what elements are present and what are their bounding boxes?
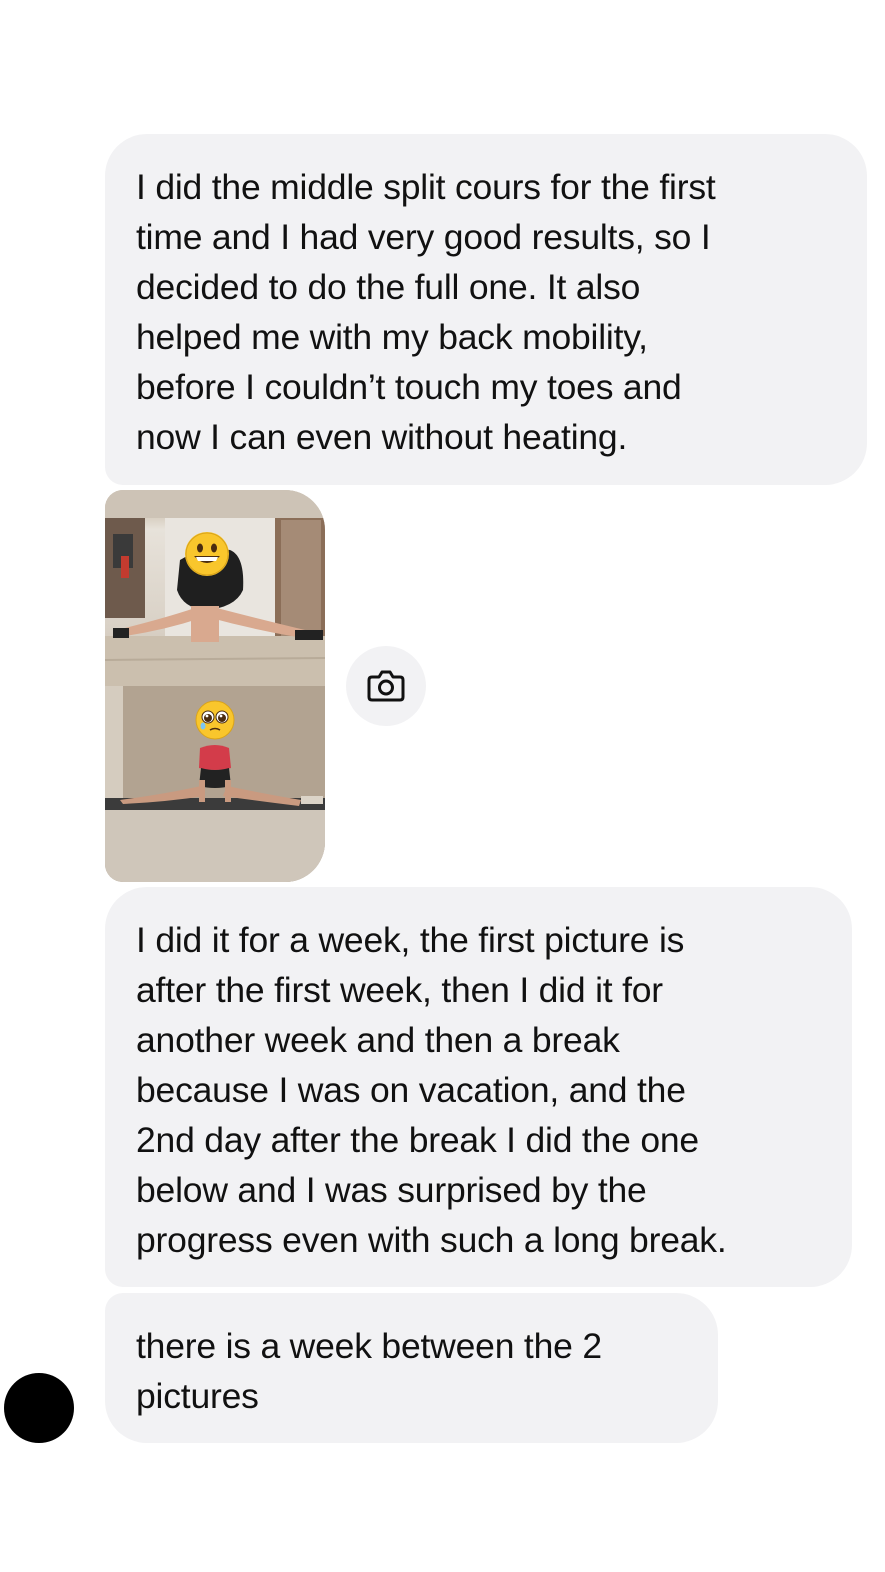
message-line: I did it for a week, the first picture i… <box>136 920 685 960</box>
message-line: pictures <box>136 1376 259 1416</box>
grinning-face-emoji-icon <box>185 532 229 576</box>
photo-scene <box>105 490 325 686</box>
sender-avatar[interactable] <box>4 1373 74 1443</box>
message-line: now I can even without heating. <box>136 417 628 457</box>
photo-message[interactable] <box>105 490 325 882</box>
message-line: time and I had very good results, so I <box>136 217 711 257</box>
message-line: helped me with my back mobility, <box>136 317 648 357</box>
message-line: another week and then a break <box>136 1020 620 1060</box>
camera-button[interactable] <box>346 646 426 726</box>
camera-icon <box>367 670 405 702</box>
message-line: before I couldn’t touch my toes and <box>136 367 682 407</box>
message-line: progress even with such a long break. <box>136 1220 727 1260</box>
message-line: below and I was surprised by the <box>136 1170 647 1210</box>
message-line: 2nd day after the break I did the one <box>136 1120 699 1160</box>
message-bubble[interactable]: I did it for a week, the first picture i… <box>105 887 852 1287</box>
message-line: decided to do the full one. It also <box>136 267 641 307</box>
message-line: because I was on vacation, and the <box>136 1070 686 1110</box>
pleading-face-emoji-icon <box>195 700 235 740</box>
message-line: there is a week between the 2 <box>136 1326 602 1366</box>
message-line: I did the middle split cours for the fir… <box>136 167 716 207</box>
progress-photo-before[interactable] <box>105 490 325 686</box>
message-bubble[interactable]: there is a week between the 2 pictures <box>105 1293 718 1443</box>
message-line: after the first week, then I did it for <box>136 970 663 1010</box>
message-bubble[interactable]: I did the middle split cours for the fir… <box>105 134 867 485</box>
